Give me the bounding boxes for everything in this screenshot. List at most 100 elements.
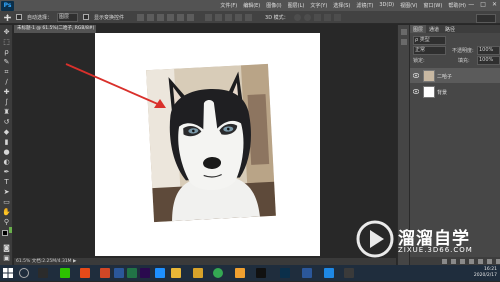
- eye-icon[interactable]: [413, 73, 419, 78]
- minimize-button[interactable]: —: [468, 1, 474, 8]
- menu-view[interactable]: 视图(V): [400, 2, 417, 9]
- app-icon[interactable]: [193, 268, 203, 278]
- type-tool-icon[interactable]: T: [2, 178, 11, 187]
- menu-filter[interactable]: 滤镜(T): [356, 2, 373, 9]
- trash-icon[interactable]: [496, 258, 500, 264]
- distribute-icon[interactable]: [225, 13, 233, 21]
- align-right-icon[interactable]: [187, 13, 195, 21]
- maximize-button[interactable]: □: [480, 1, 486, 8]
- screen-mode-icon[interactable]: ▣: [2, 254, 11, 263]
- layer-row[interactable]: 背景: [410, 84, 500, 99]
- fill-label: 填充:: [458, 58, 470, 64]
- wechat-icon[interactable]: [60, 268, 70, 278]
- layer-filter-dropdown[interactable]: ρ 类型: [413, 36, 446, 45]
- pen-tool-icon[interactable]: ✒: [2, 168, 11, 177]
- start-button[interactable]: [3, 268, 13, 278]
- word2-icon[interactable]: [302, 268, 312, 278]
- align-bottom-icon[interactable]: [157, 13, 165, 21]
- wps-icon[interactable]: [80, 268, 90, 278]
- status-bar: 61.5% 文档:2.25M/4.31M ▶: [14, 258, 396, 265]
- tab-channels[interactable]: 通道: [426, 25, 442, 33]
- distribute-icon[interactable]: [215, 13, 223, 21]
- qq-icon[interactable]: [256, 268, 266, 278]
- photoshop-taskbar-icon[interactable]: [280, 268, 290, 278]
- task-view-icon[interactable]: [38, 268, 48, 278]
- menu-file[interactable]: 文件(F): [220, 2, 237, 9]
- menu-window[interactable]: 窗口(W): [423, 2, 442, 9]
- foreground-color-swatch[interactable]: [2, 230, 8, 236]
- properties-panel-icon[interactable]: [401, 39, 407, 45]
- tab-paths[interactable]: 路径: [442, 25, 458, 33]
- tools-panel: ✥ ⬚ ρ ✎ ⌗ ∕ ✚ ∫ ♜ ↺ ◆ ▮ ● ◐ ✒ T ➤ ▭ ✋ ⚲ …: [0, 25, 13, 265]
- show-transform-checkbox[interactable]: [83, 14, 90, 20]
- media-icon[interactable]: [344, 268, 354, 278]
- folder-icon[interactable]: [171, 268, 181, 278]
- chrome-icon[interactable]: [213, 268, 223, 278]
- opacity-field[interactable]: 100%: [477, 46, 500, 55]
- menu-layer[interactable]: 图层(L): [288, 2, 305, 9]
- eraser-tool-icon[interactable]: ◆: [2, 128, 11, 137]
- path-select-tool-icon[interactable]: ➤: [2, 188, 11, 197]
- stamp-tool-icon[interactable]: ♜: [2, 108, 11, 117]
- dodge-tool-icon[interactable]: ◐: [2, 158, 11, 167]
- distribute-icon[interactable]: [245, 13, 253, 21]
- powerpoint-icon[interactable]: [100, 268, 110, 278]
- zoom-tool-icon[interactable]: ⚲: [2, 218, 11, 227]
- hand-tool-icon[interactable]: ✋: [2, 208, 11, 217]
- close-button[interactable]: ✕: [492, 1, 497, 8]
- align-left-icon[interactable]: [167, 13, 175, 21]
- 3d-pan-icon[interactable]: [313, 13, 321, 21]
- move-tool-icon[interactable]: ✥: [2, 28, 11, 37]
- premiere-icon[interactable]: [140, 268, 150, 278]
- tab-layers[interactable]: 图层: [410, 25, 427, 33]
- gradient-tool-icon[interactable]: ▮: [2, 138, 11, 147]
- 3d-scale-icon[interactable]: [333, 13, 341, 21]
- align-middle-icon[interactable]: [147, 13, 155, 21]
- opacity-label: 不透明度:: [452, 48, 474, 54]
- ie-icon[interactable]: [155, 268, 165, 278]
- 3d-rotate-icon[interactable]: [293, 13, 301, 21]
- browser-icon[interactable]: [324, 268, 334, 278]
- system-clock[interactable]: 16:21 2020/2/17: [474, 267, 497, 279]
- fill-field[interactable]: 100%: [477, 56, 500, 65]
- layer-thumbnail: [423, 70, 435, 82]
- align-top-icon[interactable]: [137, 13, 145, 21]
- blur-tool-icon[interactable]: ●: [2, 148, 11, 157]
- align-center-icon[interactable]: [177, 13, 185, 21]
- excel-icon[interactable]: [127, 268, 137, 278]
- menu-3d[interactable]: 3D(D): [379, 2, 394, 9]
- menu-type[interactable]: 文字(Y): [310, 2, 327, 9]
- crop-tool-icon[interactable]: ⌗: [2, 68, 11, 77]
- layer-row[interactable]: 二哈子: [410, 68, 500, 83]
- lasso-tool-icon[interactable]: ρ: [2, 48, 11, 57]
- 3d-roll-icon[interactable]: [303, 13, 311, 21]
- quick-mask-icon[interactable]: ◙: [2, 244, 11, 253]
- word-icon[interactable]: [114, 268, 124, 278]
- auto-select-checkbox[interactable]: [16, 14, 22, 20]
- brush-tool-icon[interactable]: ∫: [2, 98, 11, 107]
- distribute-icon[interactable]: [205, 13, 213, 21]
- 3d-slide-icon[interactable]: [323, 13, 331, 21]
- new-layer-icon[interactable]: [487, 258, 492, 264]
- menu-select[interactable]: 选择(S): [333, 2, 350, 9]
- move-tool-icon[interactable]: [4, 13, 11, 21]
- game-icon[interactable]: [235, 268, 245, 278]
- shape-tool-icon[interactable]: ▭: [2, 198, 11, 207]
- healing-tool-icon[interactable]: ✚: [2, 88, 11, 97]
- auto-select-dropdown[interactable]: 图层: [57, 12, 79, 22]
- menu-help[interactable]: 帮助(H): [448, 2, 466, 9]
- history-brush-icon[interactable]: ↺: [2, 118, 11, 127]
- document-tab[interactable]: 未标题-1 @ 61.5%(二哈子, RGB/8#) * ×: [14, 25, 96, 33]
- eye-icon[interactable]: [413, 89, 419, 94]
- menu-image[interactable]: 图像(I): [266, 2, 281, 9]
- quick-select-tool-icon[interactable]: ✎: [2, 58, 11, 67]
- menu-edit[interactable]: 编辑(E): [243, 2, 260, 9]
- options-bar: 自动选择： 图层 显示变换控件 3D 模式：: [0, 11, 500, 24]
- search-icon[interactable]: [19, 268, 29, 278]
- blend-mode-dropdown[interactable]: 正常: [413, 46, 446, 55]
- workspace-dropdown[interactable]: [476, 14, 496, 23]
- distribute-icon[interactable]: [235, 13, 243, 21]
- marquee-tool-icon[interactable]: ⬚: [2, 38, 11, 47]
- eyedropper-tool-icon[interactable]: ∕: [2, 78, 11, 87]
- history-panel-icon[interactable]: [401, 29, 407, 35]
